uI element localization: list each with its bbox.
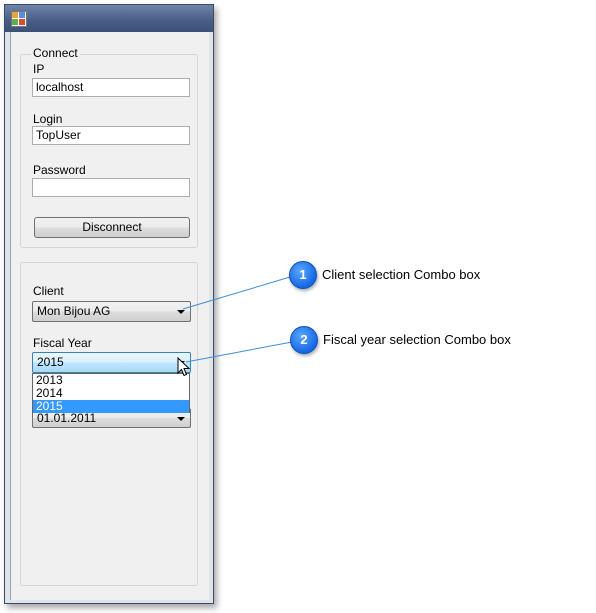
callout-badge-1: 1	[289, 261, 317, 289]
callout-badge-2: 2	[290, 326, 318, 354]
callout-text-1: Client selection Combo box	[322, 267, 481, 282]
callout-text-2: Fiscal year selection Combo box	[323, 332, 511, 347]
callout-line-2	[185, 341, 293, 363]
callout-line-1	[182, 276, 291, 310]
callout-lines	[182, 276, 293, 363]
